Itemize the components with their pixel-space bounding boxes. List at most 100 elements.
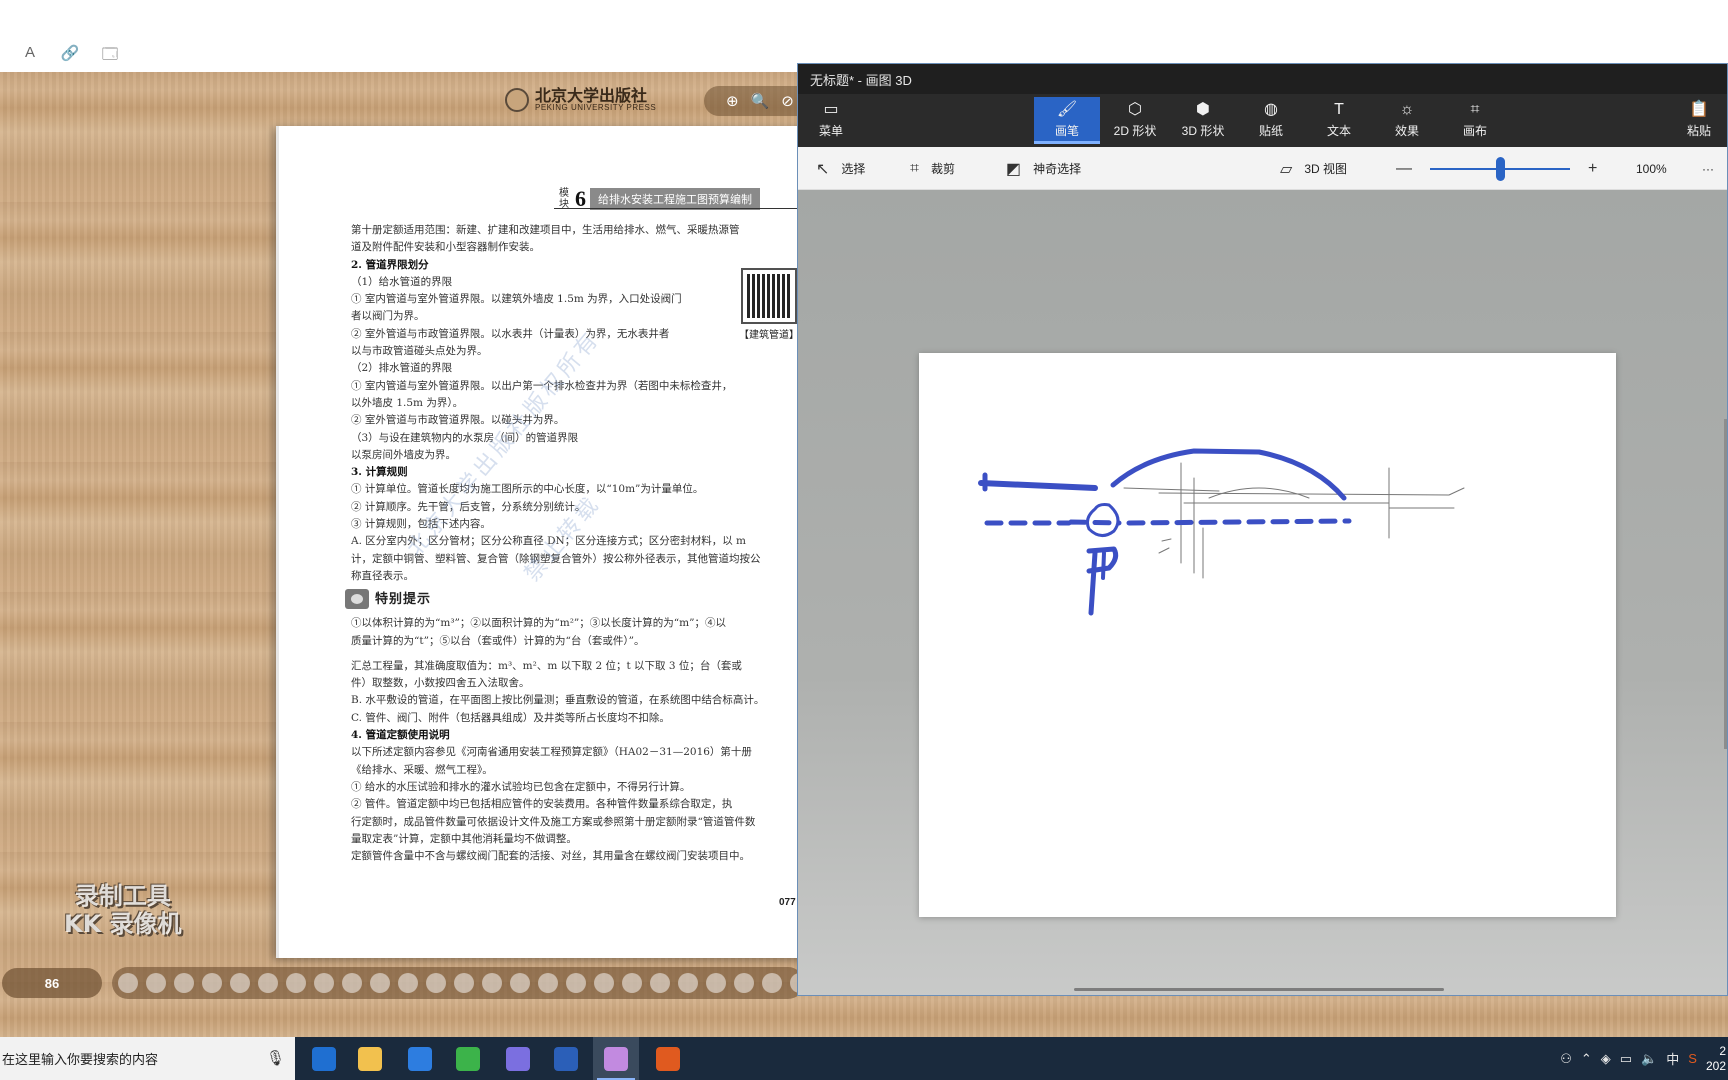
more-button[interactable]: ··· [1702,147,1714,190]
body-line: 称直径表示。 [351,569,414,582]
page-thumbnail[interactable] [342,973,362,993]
stroke-top-left [978,480,1098,491]
paste-button[interactable]: 📋 粘贴 [1666,97,1727,144]
tool-effects[interactable]: ☼ 效果 [1374,97,1440,144]
taskbar-app[interactable] [543,1037,589,1080]
body-section-2: 汇总工程量，其准确度取值为：m³、m²、m 以下取 2 位；t 以下取 3 位；… [351,658,796,866]
page-thumbnail[interactable] [594,973,614,993]
select-label: 选择 [841,162,866,176]
select-button[interactable]: ↖ 选择 [816,147,865,190]
page-thumbnail[interactable] [398,973,418,993]
page-thumbnail[interactable] [286,973,306,993]
page-thumbnail[interactable] [230,973,250,993]
page-thumbnail[interactable] [454,973,474,993]
page-thumbnail[interactable] [650,973,670,993]
paint3d-icon [604,1046,628,1071]
tool-options-bar: ↖ 选择 ⌗ 裁剪 ◩ 神奇选择 ▱ 3D 视图 — + 100% ··· [798,147,1727,190]
ime-indicator[interactable]: 中 [1666,1049,1679,1068]
page-thumbnail[interactable] [482,973,502,993]
menu-button[interactable]: ▭ 菜单 [798,97,864,144]
search-icon[interactable]: 🔍 [751,92,770,110]
page-thumbnail[interactable] [566,973,586,993]
link-icon[interactable]: 🔗 [60,44,80,69]
microphone-icon[interactable]: 🎙 [266,1049,285,1067]
page-thumbnail[interactable] [314,973,334,993]
font-icon[interactable]: A [20,44,40,69]
tip-line: 质量计算的为“t”；⑤以台（套或件）计算的为“台（套或件）”。 [351,634,645,647]
security-icon[interactable]: ◈ [1601,1051,1611,1067]
zoom-slider[interactable] [1430,147,1570,190]
tip-line: ①以体积计算的为“m³”；②以面积计算的为“m²”；③以长度计算的为“m”；④以 [351,617,726,630]
window-icon[interactable]: 🗔 [100,44,120,69]
current-page-indicator[interactable]: 86 [2,968,102,998]
page-thumbnail[interactable] [370,973,390,993]
tool-shapes-2d[interactable]: ⬡ 2D 形状 [1102,97,1168,144]
crop-button[interactable]: ⌗ 裁剪 [910,147,955,190]
stroke-arc [1110,448,1347,501]
system-tray: ⚇ ⌃ ◈ ▭ 🔈 中 S 2 202 [1560,1037,1728,1080]
zoom-in-icon[interactable]: ⊕ [726,92,739,110]
people-icon[interactable]: ⚇ [1560,1051,1572,1067]
tool-cube[interactable]: ⬢ 3D 形状 [1170,97,1236,144]
page-thumbnail[interactable] [678,973,698,993]
taskbar-search[interactable]: 在这里输入你要搜索的内容 [0,1037,295,1080]
stroke-lower-vertical [1088,550,1098,616]
page-thumbnail[interactable] [174,973,194,993]
cursor-icon: ↖ [816,160,830,178]
publisher-en-name: PEKING UNIVERSITY PRESS [535,103,657,112]
taskbar-app[interactable] [495,1037,541,1080]
view-3d-button[interactable]: ▱ 3D 视图 [1280,147,1347,190]
horizontal-scrollbar[interactable] [1074,988,1444,991]
network-icon[interactable]: ▭ [1620,1051,1632,1067]
tool-canvas[interactable]: ⌗ 画布 [1442,97,1508,144]
taskbar-app[interactable] [397,1037,443,1080]
window-title[interactable]: 无标题* - 画图 3D [798,64,1727,94]
page-thumbnail[interactable] [622,973,642,993]
page-thumbnail[interactable] [762,973,782,993]
page-thumbnail[interactable] [426,973,446,993]
brush-icon: 🖌 [1056,101,1078,118]
page-thumbnail[interactable] [734,973,754,993]
page-thumbnail[interactable] [706,973,726,993]
tool-text[interactable]: T 文本 [1306,97,1372,144]
drawing-canvas[interactable] [919,353,1616,917]
body-line: 4. 管道定额使用说明 [351,729,450,742]
recorder-line-2: KK 录像机 [64,910,182,938]
taskbar-app[interactable] [445,1037,491,1080]
clipboard-icon: 📋 [1689,101,1709,118]
cube-icon: ⬢ [1196,101,1210,118]
edge-icon [312,1046,336,1071]
publisher-name: 北京大学出版社 [535,86,648,105]
tip-icon [345,589,369,610]
body-line: 定额管件含量中不含与螺纹阀门配套的活接、对丝，其用量含在螺纹阀门安装项目中。 [351,850,750,863]
page-thumbnail[interactable] [538,973,558,993]
page-thumbnail[interactable] [202,973,222,993]
volume-icon[interactable]: 🔈 [1641,1051,1657,1067]
view-3d-label: 3D 视图 [1304,162,1347,176]
taskbar-app[interactable] [645,1037,691,1080]
vertical-scrollbar[interactable] [1724,419,1727,749]
chevron-up-icon[interactable]: ⌃ [1581,1051,1592,1067]
page-thumbnail[interactable] [146,973,166,993]
magic-select-button[interactable]: ◩ 神奇选择 [1006,147,1081,190]
zoom-out-button[interactable]: — [1396,147,1412,190]
special-tip-heading: 特别提示 [345,589,796,610]
taskbar-app[interactable] [301,1037,347,1080]
gray-marks [1158,538,1172,554]
app-tray-icon[interactable]: S [1688,1051,1697,1066]
zoom-reset-icon[interactable]: ⊘ [781,92,794,110]
page-thumbnail[interactable] [258,973,278,993]
tool-sticker[interactable]: ◍ 贴纸 [1238,97,1304,144]
crop-label: 裁剪 [931,162,956,176]
zoom-in-button[interactable]: + [1588,147,1597,190]
body-line: 汇总工程量，其准确度取值为：m³、m²、m 以下取 2 位；t 以下取 3 位；… [351,659,742,672]
taskbar-app[interactable] [593,1037,639,1080]
page-thumbnail[interactable] [510,973,530,993]
clock[interactable]: 2 202 [1706,1044,1726,1074]
zoom-slider-thumb[interactable] [1496,156,1505,181]
tool-brush[interactable]: 🖌 画笔 [1034,97,1100,144]
taskbar-app[interactable] [347,1037,393,1080]
page-thumbnail[interactable] [118,973,138,993]
menu-label: 菜单 [818,124,843,138]
paste-label: 粘贴 [1686,124,1711,138]
